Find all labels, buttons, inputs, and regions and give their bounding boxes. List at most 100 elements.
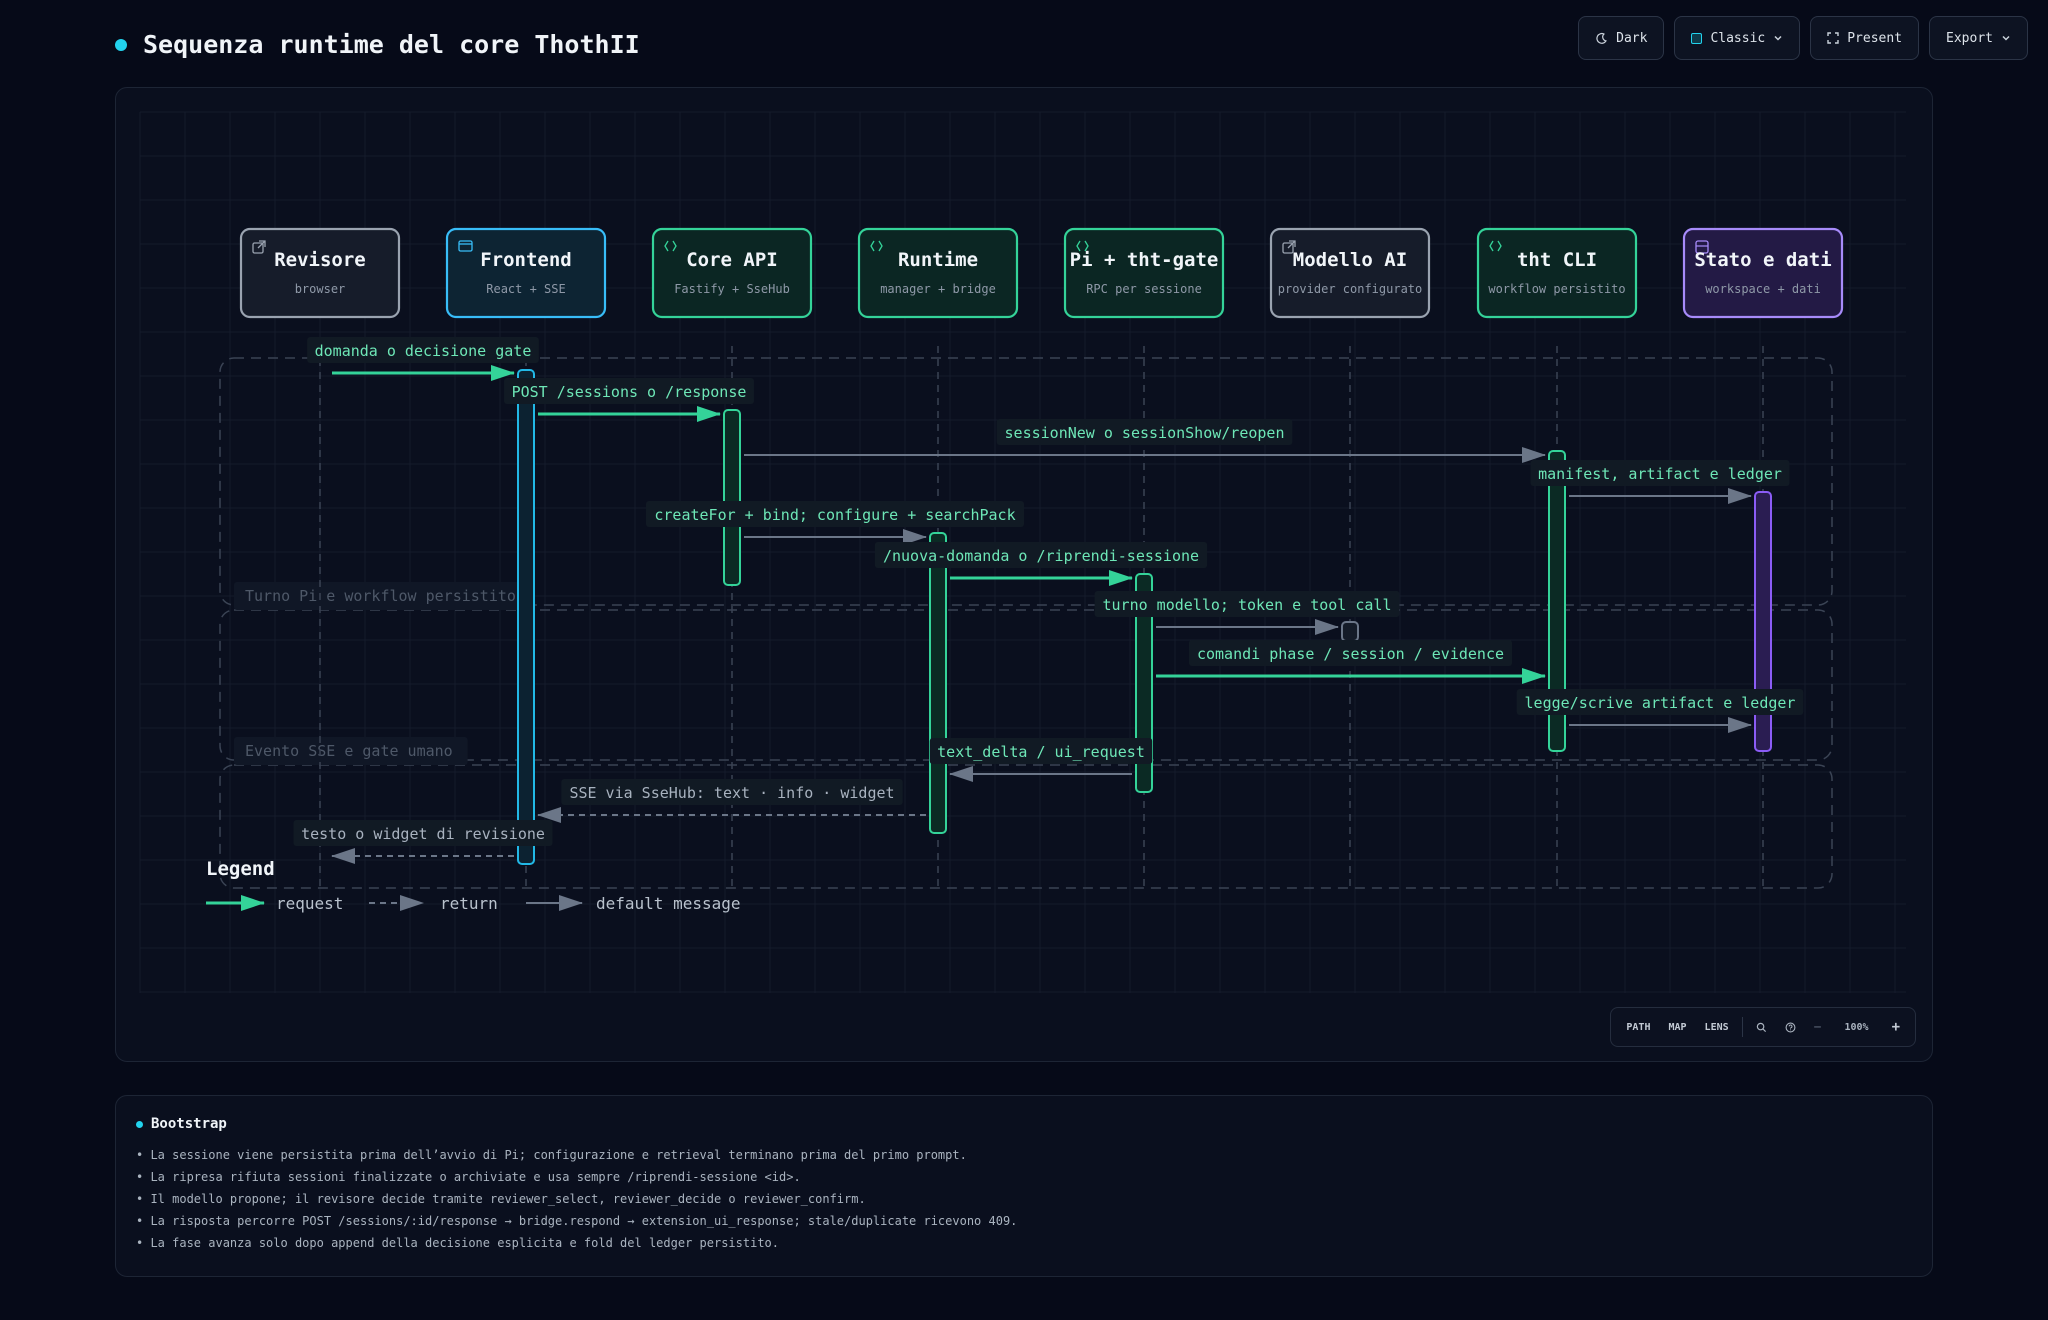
message-label: SSE via SseHub: text · info · widget — [569, 784, 894, 802]
diagram-canvas[interactable]: Turno Pi e workflow persistito Evento SSE… — [115, 87, 1933, 1062]
message-label: text_delta / ui_request — [937, 743, 1145, 761]
participant-frontend[interactable]: Frontend React + SSE — [445, 227, 607, 319]
group-label: Evento SSE e gate umano — [245, 742, 453, 760]
message-label: /nuova-domanda o /riprendi-sessione — [883, 547, 1199, 565]
search-icon[interactable] — [1747, 1022, 1776, 1033]
notes-item: La ripresa rifiuta sessioni finalizzate … — [136, 1166, 1912, 1188]
participant-subtitle: workspace + dati — [1705, 282, 1821, 296]
present-label: Present — [1847, 30, 1903, 46]
participant-subtitle: React + SSE — [486, 282, 565, 296]
message-default: createFor + bind; configure + searchPack — [646, 501, 1024, 545]
present-button[interactable]: Present — [1810, 16, 1920, 60]
legend-return-label: return — [440, 894, 498, 913]
message-label: turno modello; token e tool call — [1103, 596, 1392, 614]
zoom-toolbar: PATH MAP LENS − 100% + — [1610, 1007, 1916, 1047]
activation-bar — [723, 409, 741, 586]
participant-box[interactable] — [445, 227, 607, 319]
message-request: /nuova-domanda o /riprendi-sessione — [874, 542, 1208, 586]
message-label: comandi phase / session / evidence — [1197, 645, 1504, 663]
message-label: domanda o decisione gate — [315, 342, 532, 360]
notes-header: Bootstrap — [136, 1116, 1912, 1132]
participant-name: Runtime — [898, 249, 978, 271]
participant-name: Modello AI — [1293, 249, 1407, 271]
notes-item: La sessione viene persistita prima dell’… — [136, 1144, 1912, 1166]
message-default: text_delta / ui_request — [929, 738, 1153, 782]
participant-name: Frontend — [480, 249, 572, 271]
participant-subtitle: RPC per sessione — [1086, 282, 1202, 296]
legend-request-label: request — [276, 894, 343, 913]
sequence-diagram: Turno Pi e workflow persistito Evento SSE… — [139, 111, 1906, 993]
participant-subtitle: browser — [295, 282, 346, 296]
participant-subtitle: manager + bridge — [880, 282, 996, 296]
participant-name: tht CLI — [1517, 249, 1597, 271]
zoom-toolbar-divider — [1741, 1017, 1743, 1037]
notes-item: La fase avanza solo dopo append della de… — [136, 1232, 1912, 1254]
participant-runtime[interactable]: Runtime manager + bridge — [857, 227, 1019, 319]
activation-bar — [1341, 621, 1359, 642]
path-view-button[interactable]: PATH — [1617, 1022, 1659, 1033]
participant-name: Pi + tht-gate — [1070, 249, 1219, 271]
participant-name: Stato e dati — [1694, 249, 1831, 271]
export-label: Export — [1946, 30, 1993, 46]
message-label: sessionNew o sessionShow/reopen — [1005, 424, 1285, 442]
participant-name: Core API — [686, 249, 778, 271]
message-label: testo o widget di revisione — [301, 825, 545, 843]
participant-modello-ai[interactable]: Modello AI provider configurato — [1269, 227, 1431, 319]
lens-view-button[interactable]: LENS — [1696, 1022, 1738, 1033]
notes-title: Bootstrap — [151, 1116, 227, 1132]
message-label: legge/scrive artifact e ledger — [1525, 694, 1796, 712]
legend: Legendrequest return default message — [206, 858, 741, 913]
notes-list: La sessione viene persistita prima dell’… — [136, 1144, 1912, 1254]
notes-item: Il modello propone; il revisore decide t… — [136, 1188, 1912, 1210]
participant-revisore[interactable]: Revisore browser — [239, 227, 401, 319]
theme-toggle-label: Dark — [1616, 30, 1648, 46]
message-request: domanda o decisione gate — [307, 337, 539, 381]
style-select-button[interactable]: Classic — [1674, 16, 1801, 60]
message-label: manifest, artifact e ledger — [1538, 465, 1782, 483]
participant-tht-cli[interactable]: tht CLI workflow persistito — [1476, 227, 1638, 319]
chevron-down-icon — [2001, 33, 2011, 43]
participant-box[interactable] — [857, 227, 1019, 319]
participant-stato-dati[interactable]: Stato e dati workspace + dati — [1682, 227, 1844, 319]
message-request: comandi phase / session / evidence — [1156, 640, 1546, 684]
moon-icon — [1595, 32, 1608, 45]
message-default: manifest, artifact e ledger — [1530, 460, 1790, 504]
participant-pi-gate[interactable]: Pi + tht-gate RPC per sessione — [1063, 227, 1225, 319]
notes-status-dot — [136, 1120, 143, 1128]
message-return: SSE via SseHub: text · info · widget — [537, 779, 926, 823]
activation-bar — [929, 532, 947, 834]
group-label: Turno Pi e workflow persistito — [245, 587, 516, 605]
map-view-button[interactable]: MAP — [1659, 1022, 1695, 1033]
theme-toggle-button[interactable]: Dark — [1578, 16, 1665, 60]
participant-box[interactable] — [651, 227, 813, 319]
legend-title: Legend — [206, 858, 275, 880]
toolbar: Dark Classic Present Export — [1578, 16, 2028, 60]
legend-default-label: default message — [596, 894, 741, 913]
participant-name: Revisore — [274, 249, 366, 271]
participants: Revisore browser Frontend React + SSE Core A… — [239, 227, 1844, 319]
message-default: sessionNew o sessionShow/reopen — [744, 419, 1546, 463]
help-icon[interactable] — [1776, 1022, 1805, 1033]
zoom-in-button[interactable]: + — [1883, 1019, 1909, 1035]
zoom-level: 100% — [1844, 1021, 1869, 1033]
zoom-out-button[interactable]: − — [1805, 1020, 1831, 1035]
export-button[interactable]: Export — [1929, 16, 2028, 60]
notes-panel: Bootstrap La sessione viene persistita p… — [115, 1095, 1933, 1277]
page-title: Sequenza runtime del core ThothII — [143, 30, 640, 59]
message-request: POST /sessions o /response — [504, 378, 754, 422]
participant-subtitle: Fastify + SseHub — [674, 282, 790, 296]
participant-box[interactable] — [1063, 227, 1225, 319]
activation-bar — [517, 369, 535, 865]
participant-subtitle: provider configurato — [1278, 282, 1423, 296]
message-label: createFor + bind; configure + searchPack — [654, 506, 1015, 524]
message-label: POST /sessions o /response — [512, 383, 747, 401]
notes-item: La risposta percorre POST /sessions/:id/… — [136, 1210, 1912, 1232]
participant-box[interactable] — [1476, 227, 1638, 319]
title-status-dot — [115, 38, 127, 51]
page-title-row: Sequenza runtime del core ThothII — [115, 30, 640, 59]
participant-subtitle: workflow persistito — [1488, 282, 1625, 296]
message-return: testo o widget di revisione — [293, 820, 553, 864]
participant-core-api[interactable]: Core API Fastify + SseHub — [651, 227, 813, 319]
fullscreen-icon — [1827, 32, 1839, 44]
chevron-down-icon — [1773, 33, 1783, 43]
